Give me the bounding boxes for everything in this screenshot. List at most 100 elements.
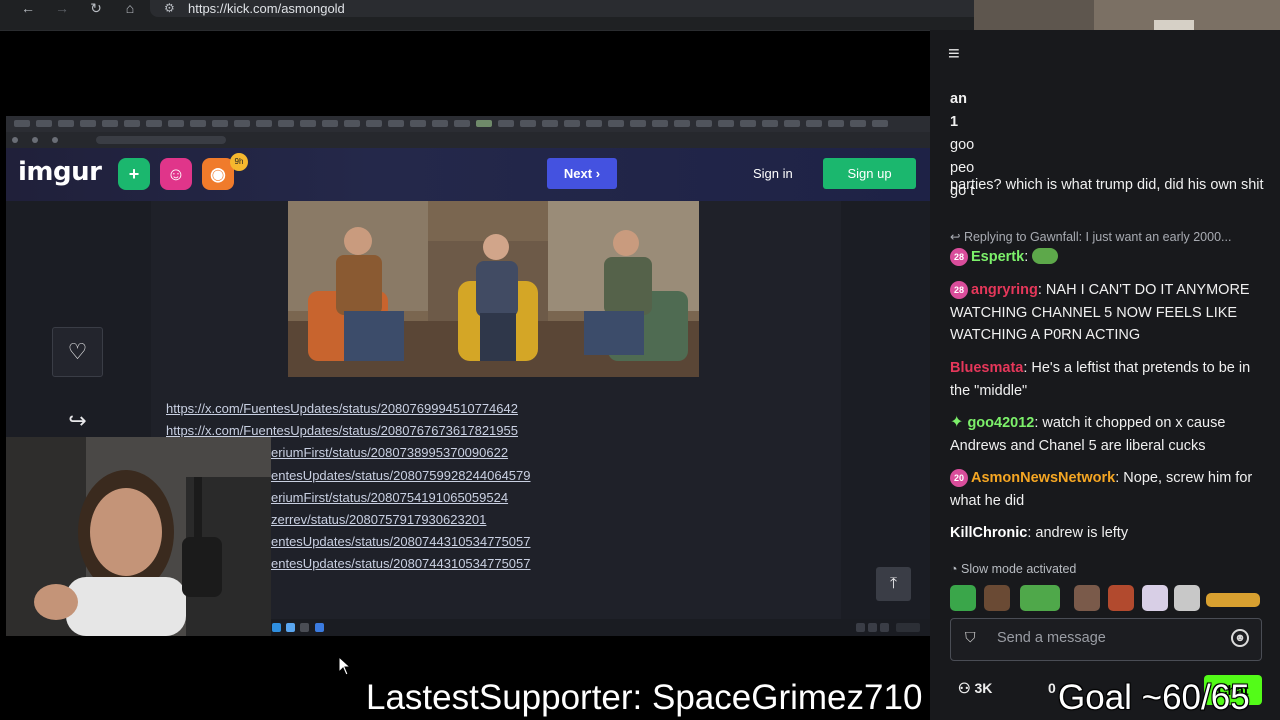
upload-icon[interactable]: + — [118, 158, 150, 190]
inner-tab[interactable] — [410, 120, 426, 127]
inner-tab[interactable] — [608, 120, 624, 127]
chat-username[interactable]: goo42012 — [967, 415, 1034, 431]
forward-icon[interactable]: → — [50, 0, 74, 17]
emote-icon[interactable] — [1142, 585, 1168, 611]
inner-tab[interactable] — [872, 120, 888, 127]
inner-tab[interactable] — [234, 120, 250, 127]
chat-username[interactable]: angryring — [971, 282, 1038, 298]
inner-tab[interactable] — [564, 120, 580, 127]
chat-username[interactable]: Espertk — [971, 249, 1024, 265]
inner-tab[interactable] — [36, 120, 52, 127]
emote-icon[interactable] — [1108, 585, 1134, 611]
emote-icon[interactable] — [1020, 585, 1060, 611]
link-item[interactable]: eriumFirst/status/2080754191065059524 — [271, 490, 508, 505]
inner-tab[interactable] — [476, 120, 492, 127]
goal-overlay: Goal ~60/65 — [1058, 678, 1250, 717]
inner-tab[interactable] — [278, 120, 294, 127]
emote-icon[interactable] — [1174, 585, 1200, 611]
sign-up-button[interactable]: Sign up — [823, 158, 916, 189]
inner-tab[interactable] — [718, 120, 734, 127]
shield-icon[interactable]: ⛉ — [965, 629, 976, 646]
imgur-header: imgur + ☺ ◉ 9h Next › Sign in Sign up — [6, 148, 930, 201]
link-item[interactable]: eriumFirst/status/2080738995370090622 — [271, 445, 508, 460]
like-button[interactable]: ♡ — [52, 327, 103, 377]
link-item[interactable]: https://x.com/FuentesUpdates/status/2080… — [166, 401, 518, 416]
link-item[interactable]: entesUpdates/status/2080744310534775057 — [271, 534, 531, 549]
inner-tab[interactable] — [630, 120, 646, 127]
inner-tab[interactable] — [806, 120, 822, 127]
inner-tab[interactable] — [322, 120, 338, 127]
chat-message: 28 Espertk: — [950, 246, 1265, 269]
inner-tab[interactable] — [14, 120, 30, 127]
link-item[interactable]: zerrev/status/2080757917930623201 — [271, 512, 486, 527]
inner-tab[interactable] — [124, 120, 140, 127]
emote-icon[interactable] — [1074, 585, 1100, 611]
inner-tab[interactable] — [498, 120, 514, 127]
inner-tab[interactable] — [520, 120, 536, 127]
viewer-count[interactable]: ⚇ 3K — [958, 680, 992, 697]
clock-icon[interactable] — [896, 623, 920, 632]
inner-tab[interactable] — [212, 120, 228, 127]
taskbar-app-icon[interactable] — [315, 623, 324, 632]
share-button[interactable]: ↪ — [52, 401, 103, 441]
inner-tab[interactable] — [828, 120, 844, 127]
inner-tab[interactable] — [388, 120, 404, 127]
inner-tab[interactable] — [652, 120, 668, 127]
link-item[interactable]: entesUpdates/status/2080759928244064579 — [271, 468, 531, 483]
inner-tab[interactable] — [366, 120, 382, 127]
chat-username[interactable]: KillChronic — [950, 525, 1027, 541]
message-box[interactable]: ⛉ Send a message ☻ — [950, 618, 1262, 661]
inner-tab[interactable] — [256, 120, 272, 127]
inner-tab[interactable] — [586, 120, 602, 127]
imgur-logo[interactable]: imgur — [18, 157, 102, 187]
channel-points[interactable]: 0 — [1048, 680, 1056, 696]
inner-tab[interactable] — [190, 120, 206, 127]
inner-tab[interactable] — [674, 120, 690, 127]
inner-tab[interactable] — [784, 120, 800, 127]
pepe-emote-icon — [1032, 248, 1059, 264]
link-item[interactable]: entesUpdates/status/2080744310534775057 — [271, 556, 531, 571]
inner-tab[interactable] — [58, 120, 74, 127]
chat-username[interactable]: Bluesmata — [950, 360, 1023, 376]
reload-icon[interactable]: ↻ — [84, 0, 108, 17]
collapse-chat-icon[interactable]: ≡ — [948, 43, 960, 66]
inner-tab[interactable] — [146, 120, 162, 127]
taskbar-app-icon[interactable] — [300, 623, 309, 632]
inner-browser-tabs — [6, 116, 930, 132]
inner-tab[interactable] — [344, 120, 360, 127]
taskbar-app-icon[interactable] — [286, 623, 295, 632]
link-item[interactable]: https://x.com/FuentesUpdates/status/2080… — [166, 423, 518, 438]
inner-tab[interactable] — [102, 120, 118, 127]
inner-tab[interactable] — [850, 120, 866, 127]
emote-icon[interactable] — [950, 585, 976, 611]
inner-tab[interactable] — [542, 120, 558, 127]
inner-tab[interactable] — [740, 120, 756, 127]
tune-icon[interactable]: ⚙ — [164, 1, 175, 15]
meme-icon[interactable]: ☺ — [160, 158, 192, 190]
inner-tab[interactable] — [168, 120, 184, 127]
tray-icon[interactable] — [880, 623, 889, 632]
tray-icon[interactable] — [856, 623, 865, 632]
inner-tab[interactable] — [300, 120, 316, 127]
home-icon[interactable]: ⌂ — [118, 0, 142, 17]
inner-tab[interactable] — [454, 120, 470, 127]
tray-icon[interactable] — [868, 623, 877, 632]
chat-message: parties? which is what trump did, did hi… — [950, 177, 1264, 193]
back-icon[interactable]: ← — [16, 0, 40, 17]
address-bar[interactable]: ⚙ https://kick.com/asmongold — [150, 0, 974, 17]
scroll-to-top-button[interactable]: ⤒ — [876, 567, 911, 601]
inner-tab[interactable] — [762, 120, 778, 127]
emote-icon[interactable] — [1206, 593, 1260, 607]
inner-tab[interactable] — [80, 120, 96, 127]
emoji-icon[interactable]: ☻ — [1231, 629, 1249, 647]
sign-in-link[interactable]: Sign in — [753, 166, 793, 181]
inner-tab[interactable] — [696, 120, 712, 127]
emote-icon[interactable] — [984, 585, 1010, 611]
next-button[interactable]: Next › — [547, 158, 617, 189]
chat-message: KillChronic: andrew is lefty — [950, 525, 1129, 541]
post-video[interactable] — [288, 201, 699, 377]
chat-username[interactable]: AsmonNewsNetwork — [971, 470, 1115, 486]
message-input[interactable]: Send a message — [997, 630, 1106, 646]
inner-tab[interactable] — [432, 120, 448, 127]
taskbar-app-icon[interactable] — [272, 623, 281, 632]
